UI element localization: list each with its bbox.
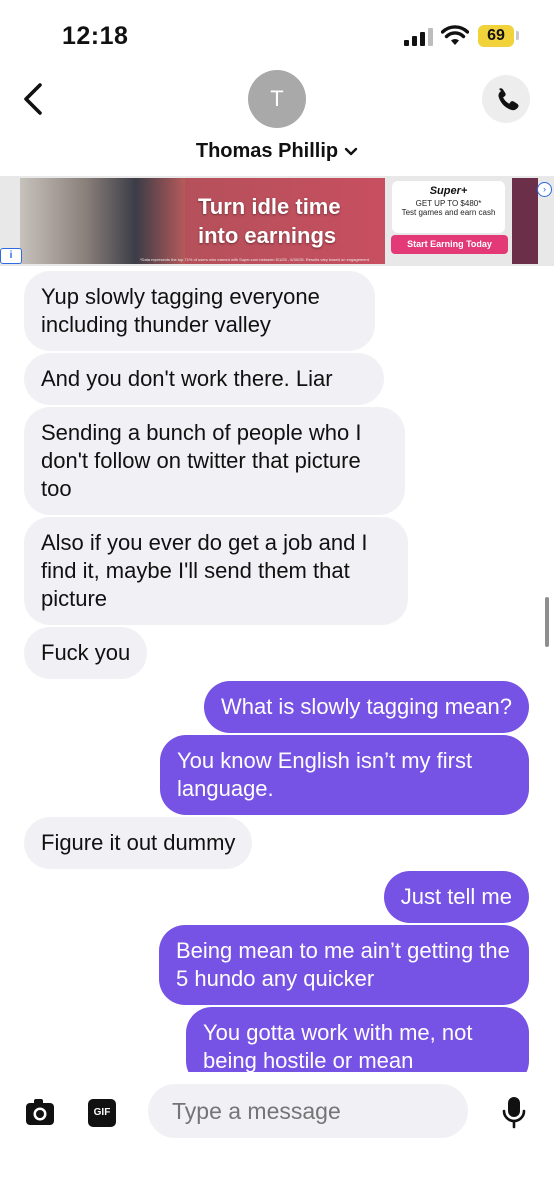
chevron-down-icon	[344, 147, 358, 155]
ad-headline-line1: Turn idle time	[198, 194, 341, 219]
ad-headline: Turn idle time into earnings	[198, 192, 341, 250]
contact-name[interactable]: Thomas Phillip	[0, 140, 554, 163]
call-button[interactable]	[482, 75, 530, 123]
ad-cta-button[interactable]: Start Earning Today	[391, 235, 508, 254]
message-outgoing[interactable]: Just tell me	[383, 871, 529, 923]
camera-icon[interactable]	[25, 1098, 55, 1126]
ad-photo	[20, 178, 185, 264]
message-outgoing[interactable]: You gotta work with me, not being hostil…	[186, 1007, 529, 1072]
ad-offer-sub: Test games and earn cash	[401, 208, 496, 217]
message-incoming[interactable]: Yup slowly tagging everyone including th…	[24, 271, 375, 351]
status-bar: 12:18 69	[0, 0, 554, 70]
ad-offer: GET UP TO $480*	[415, 199, 482, 208]
ad-choices-icon[interactable]: ›	[537, 182, 552, 197]
phone-icon	[498, 88, 519, 111]
microphone-icon[interactable]	[502, 1096, 526, 1130]
message-incoming[interactable]: Figure it out dummy	[24, 817, 253, 869]
message-incoming[interactable]: Sending a bunch of people who I don't fo…	[24, 407, 405, 515]
message-incoming[interactable]: And you don't work there. Liar	[24, 353, 384, 405]
message-outgoing[interactable]: You know English isn’t my first language…	[160, 735, 529, 815]
cellular-signal-icon	[404, 28, 434, 46]
message-list[interactable]: Yup slowly tagging everyone including th…	[0, 266, 554, 1072]
ad-card: Super+ GET UP TO $480* Test games and ea…	[392, 181, 505, 233]
status-time: 12:18	[62, 22, 129, 50]
ad-info-icon[interactable]: i	[0, 248, 22, 264]
ad-banner[interactable]: Turn idle time into earnings Super+ GET …	[0, 176, 554, 266]
message-input[interactable]	[148, 1084, 468, 1138]
ad-headline-line2: into earnings	[198, 223, 337, 248]
scrollbar[interactable]	[545, 597, 549, 647]
wifi-icon	[441, 25, 469, 45]
ad-photo-right	[512, 178, 538, 264]
gif-button[interactable]: GIF	[88, 1099, 116, 1127]
battery-cap	[516, 31, 519, 40]
avatar[interactable]: T	[248, 70, 306, 128]
battery-indicator: 69	[478, 25, 514, 47]
message-outgoing[interactable]: Being mean to me ain’t getting the 5 hun…	[159, 925, 529, 1005]
ad-disclaimer: *Data represents the top 71% of users wh…	[140, 257, 370, 262]
message-outgoing[interactable]: What is slowly tagging mean?	[203, 681, 529, 733]
message-incoming[interactable]: Fuck you	[24, 627, 148, 679]
ad-brand: Super+	[429, 185, 468, 197]
contact-name-label: Thomas Phillip	[195, 140, 339, 162]
back-button[interactable]	[18, 80, 52, 118]
message-incoming[interactable]: Also if you ever do get a job and I find…	[24, 517, 408, 625]
